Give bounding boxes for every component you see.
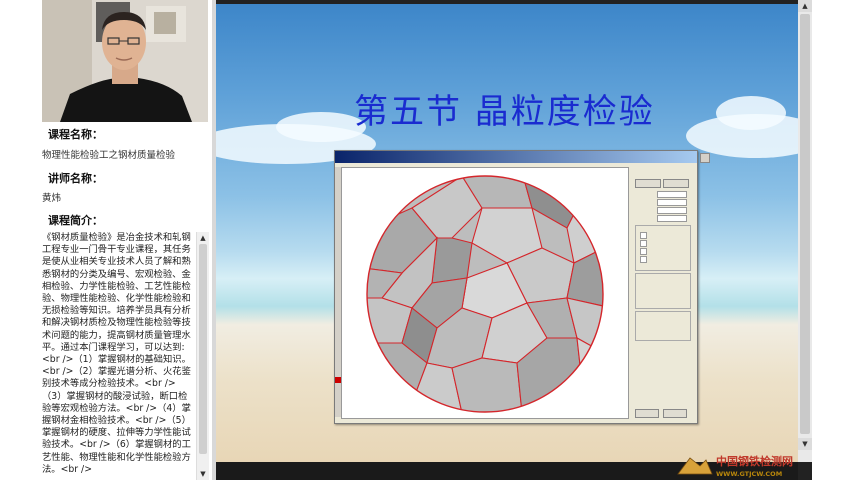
watermark-url: WWW.GTJCW.COM (716, 470, 782, 478)
panel-field (657, 191, 687, 198)
slide-canvas: 第五节 晶粒度检验 (216, 4, 798, 462)
cloud-decoration (276, 112, 366, 142)
watermark-title: 中国钢铁检测网 (716, 454, 793, 468)
slide-title: 第五节 晶粒度检验 (354, 92, 655, 132)
app-titlebar (335, 151, 710, 163)
scroll-up-arrow-icon[interactable]: ▲ (197, 232, 209, 244)
grain-micrograph (366, 175, 604, 413)
instructor-label: 讲师名称： (48, 172, 103, 185)
panel-checkbox (640, 248, 647, 255)
panel-checkbox (640, 240, 647, 247)
instructor-video-frame (42, 0, 208, 122)
panel-group (635, 311, 691, 341)
panel-group (635, 225, 691, 271)
intro-label: 课程简介： (48, 214, 103, 227)
grain-analysis-app-window (334, 150, 710, 424)
cloud-decoration (716, 96, 786, 130)
panel-button (635, 179, 661, 188)
intro-scroll-thumb[interactable] (199, 244, 207, 454)
watermark-graphic: 中国钢铁检测网 WWW.GTJCW.COM (677, 454, 793, 478)
panel-button (663, 409, 687, 418)
panel-field (657, 215, 687, 222)
course-name-value: 物理性能检验工之钢材质量检验 (42, 150, 176, 161)
panel-group (635, 273, 691, 309)
panel-checkbox (640, 256, 647, 263)
site-watermark-logo: 中国钢铁检测网 WWW.GTJCW.COM (676, 452, 812, 478)
close-icon (700, 153, 710, 163)
panel-button (663, 179, 689, 188)
scroll-down-arrow-icon[interactable]: ▼ (197, 468, 209, 480)
app-control-panel (631, 165, 693, 421)
panel-button (635, 409, 659, 418)
panel-field (657, 207, 687, 214)
scroll-down-arrow-icon[interactable]: ▼ (798, 438, 812, 450)
instructor-webcam (42, 0, 208, 122)
micrograph-image (341, 167, 629, 419)
instructor-name: 黄炜 (42, 193, 62, 204)
course-info-pane: 课程名称： 物理性能检验工之钢材质量检验 讲师名称： 黄炜 课程简介： 《钢材质… (0, 0, 212, 480)
course-intro-text: 《钢材质量检验》是冶金技术和轧钢工程专业一门骨干专业课程，其任务是使从业相关专业… (42, 232, 191, 475)
intro-scrollbar[interactable]: ▲ ▼ (196, 232, 209, 480)
course-name-label: 课程名称： (48, 128, 103, 141)
panel-field (657, 199, 687, 206)
scroll-up-arrow-icon[interactable]: ▲ (798, 0, 812, 12)
panel-checkbox (640, 232, 647, 239)
slide-viewer: 第五节 晶粒度检验 ▲ ▼ (216, 0, 812, 480)
slide-vertical-scrollbar[interactable]: ▲ ▼ (798, 0, 812, 462)
slide-scroll-thumb[interactable] (800, 14, 810, 434)
